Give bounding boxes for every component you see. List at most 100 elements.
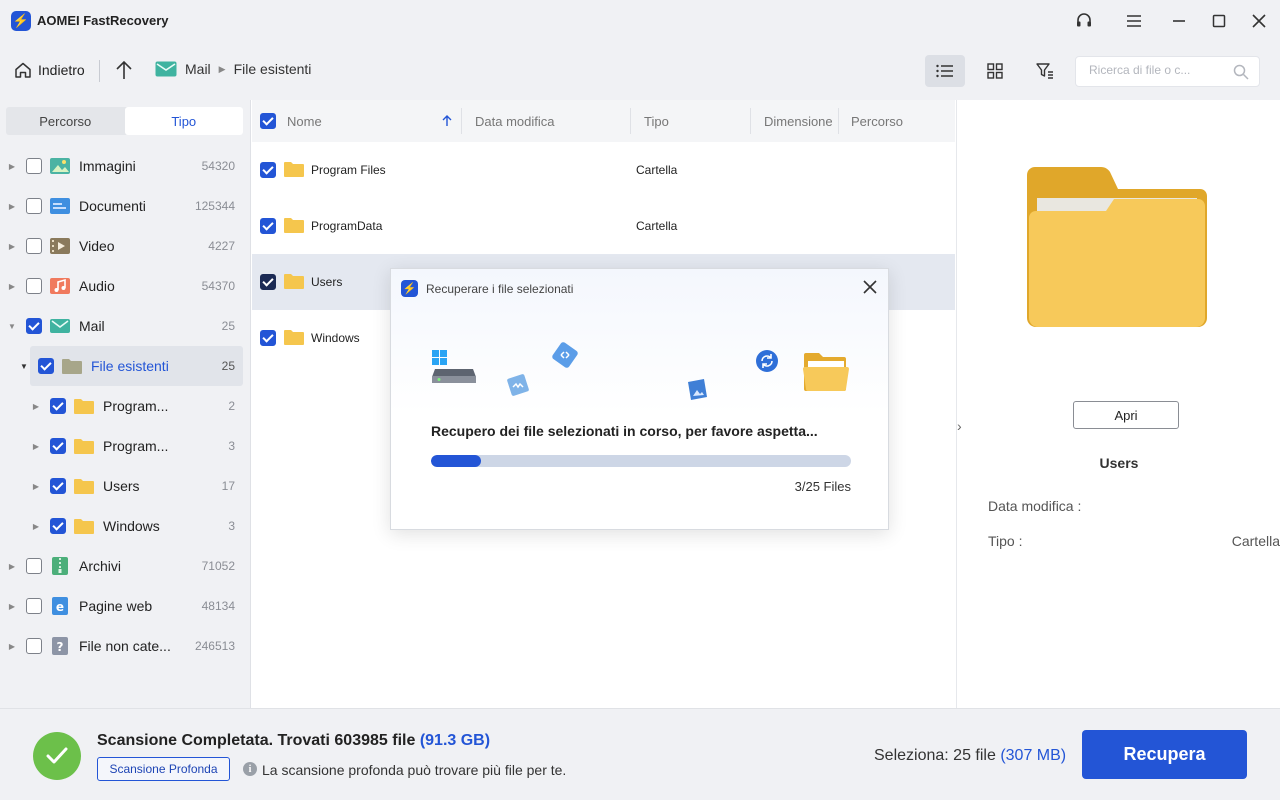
row-checkbox[interactable] (260, 218, 276, 234)
sidebar-item-label: Video (79, 238, 115, 254)
image-file-icon (688, 379, 707, 400)
maximize-icon[interactable] (1207, 9, 1231, 33)
list-view-icon (936, 64, 953, 78)
sort-ascending-icon[interactable] (442, 115, 452, 127)
filter-button[interactable] (1025, 55, 1065, 87)
sidebar-item-label: Mail (79, 318, 105, 334)
search-icon[interactable] (1233, 64, 1249, 80)
collapse-arrow-icon[interactable]: ▼ (8, 322, 16, 331)
grid-view-button[interactable] (975, 55, 1015, 87)
checkbox[interactable] (50, 438, 66, 454)
checkbox[interactable] (26, 558, 42, 574)
checkbox[interactable] (26, 278, 42, 294)
collapse-panel-chevron-icon[interactable]: › (957, 418, 962, 434)
checkbox[interactable] (26, 198, 42, 214)
expand-arrow-icon[interactable]: ▶ (8, 282, 16, 291)
close-icon[interactable] (862, 279, 878, 295)
list-view-button[interactable] (925, 55, 965, 87)
expand-arrow-icon[interactable]: ▶ (32, 402, 40, 411)
sidebar-item-mail[interactable]: ▼ Mail 25 (0, 306, 251, 346)
deep-scan-button[interactable]: Scansione Profonda (97, 757, 230, 781)
item-count: 4227 (208, 239, 235, 253)
expand-arrow-icon[interactable]: ▶ (8, 162, 16, 171)
item-count: 246513 (194, 639, 235, 653)
column-header-data-modifica[interactable]: Data modifica (475, 114, 554, 129)
column-header-percorso[interactable]: Percorso (851, 114, 903, 129)
sidebar-item-immagini[interactable]: ▶ Immagini 54320 (0, 146, 251, 186)
checkbox[interactable] (26, 238, 42, 254)
sidebar-item-file-esistenti[interactable]: ▼ File esistenti 25 (20, 346, 243, 386)
search-input[interactable] (1089, 63, 1229, 77)
collapse-arrow-icon[interactable]: ▼ (20, 362, 28, 371)
checkbox[interactable] (38, 358, 54, 374)
column-divider[interactable] (630, 108, 631, 134)
sidebar-item-archivi[interactable]: ▶ Archivi 71052 (0, 546, 251, 586)
expand-arrow-icon[interactable]: ▶ (32, 522, 40, 531)
folder-icon (74, 399, 94, 414)
sidebar-item-program-files[interactable]: ▶ Program... 2 (0, 386, 251, 426)
column-header-tipo[interactable]: Tipo (644, 114, 669, 129)
sidebar-item-programdata[interactable]: ▶ Program... 3 (0, 426, 251, 466)
column-divider[interactable] (461, 108, 462, 134)
search-box[interactable] (1075, 56, 1260, 87)
sidebar-item-label: Pagine web (79, 598, 153, 614)
tab-percorso[interactable]: Percorso (6, 107, 125, 135)
row-checkbox[interactable] (260, 274, 276, 290)
sidebar-item-video[interactable]: ▶ Video 4227 (0, 226, 251, 266)
sidebar-item-file-non-categorizzati[interactable]: ▶ ? File non cate... 246513 (0, 626, 251, 666)
app-title: AOMEI FastRecovery (37, 13, 169, 28)
modified-label: Data modifica : (988, 498, 1082, 514)
document-icon (50, 198, 70, 214)
sidebar-item-label: Archivi (79, 558, 122, 574)
file-name: Windows (311, 331, 360, 345)
sidebar-item-users[interactable]: ▶ Users 17 (0, 466, 251, 506)
item-count: 3 (228, 519, 235, 533)
checkbox[interactable] (26, 158, 42, 174)
expand-arrow-icon[interactable]: ▶ (8, 242, 16, 251)
recover-button[interactable]: Recupera (1082, 730, 1247, 779)
expand-arrow-icon[interactable]: ▶ (32, 442, 40, 451)
checkbox[interactable] (50, 398, 66, 414)
open-button[interactable]: Apri (1073, 401, 1179, 429)
up-arrow-icon[interactable] (114, 59, 134, 81)
sidebar-item-documenti[interactable]: ▶ Documenti 125344 (0, 186, 251, 226)
table-row[interactable]: ProgramData Cartella (252, 198, 955, 254)
selection-count: Seleziona: 25 file (874, 747, 996, 764)
close-icon[interactable] (1247, 9, 1271, 33)
column-header-dimensione[interactable]: Dimensione (764, 114, 833, 129)
tab-tipo[interactable]: Tipo (124, 107, 243, 135)
menu-icon[interactable] (1122, 9, 1146, 33)
checkbox[interactable] (26, 638, 42, 654)
sidebar-item-audio[interactable]: ▶ Audio 54370 (0, 266, 251, 306)
expand-arrow-icon[interactable]: ▶ (8, 602, 16, 611)
sidebar-item-pagine-web[interactable]: ▶ e Pagine web 48134 (0, 586, 251, 626)
archive-icon (52, 557, 68, 575)
svg-text:?: ? (57, 640, 64, 654)
expand-arrow-icon[interactable]: ▶ (32, 482, 40, 491)
minimize-icon[interactable] (1167, 9, 1191, 33)
image-icon (50, 158, 70, 174)
file-list-header: Nome Data modifica Tipo Dimensione Perco… (252, 100, 955, 142)
checkbox[interactable] (50, 478, 66, 494)
sidebar-item-label: Program... (103, 398, 169, 414)
sidebar-item-windows[interactable]: ▶ Windows 3 (0, 506, 251, 546)
select-all-checkbox[interactable] (260, 113, 276, 129)
column-divider[interactable] (838, 108, 839, 134)
support-headset-icon[interactable] (1072, 9, 1096, 33)
breadcrumb-item-mail[interactable]: Mail (185, 61, 211, 77)
preview-file-name: Users (1099, 455, 1139, 471)
sidebar-tabs: Percorso Tipo (6, 107, 243, 135)
checkbox[interactable] (26, 598, 42, 614)
expand-arrow-icon[interactable]: ▶ (8, 642, 16, 651)
column-divider[interactable] (750, 108, 751, 134)
row-checkbox[interactable] (260, 330, 276, 346)
folder-icon (74, 439, 94, 454)
expand-arrow-icon[interactable]: ▶ (8, 202, 16, 211)
back-button[interactable]: Indietro (14, 61, 85, 79)
expand-arrow-icon[interactable]: ▶ (8, 562, 16, 571)
table-row[interactable]: Program Files Cartella (252, 142, 955, 198)
row-checkbox[interactable] (260, 162, 276, 178)
checkbox[interactable] (26, 318, 42, 334)
column-header-nome[interactable]: Nome (287, 114, 322, 129)
checkbox[interactable] (50, 518, 66, 534)
